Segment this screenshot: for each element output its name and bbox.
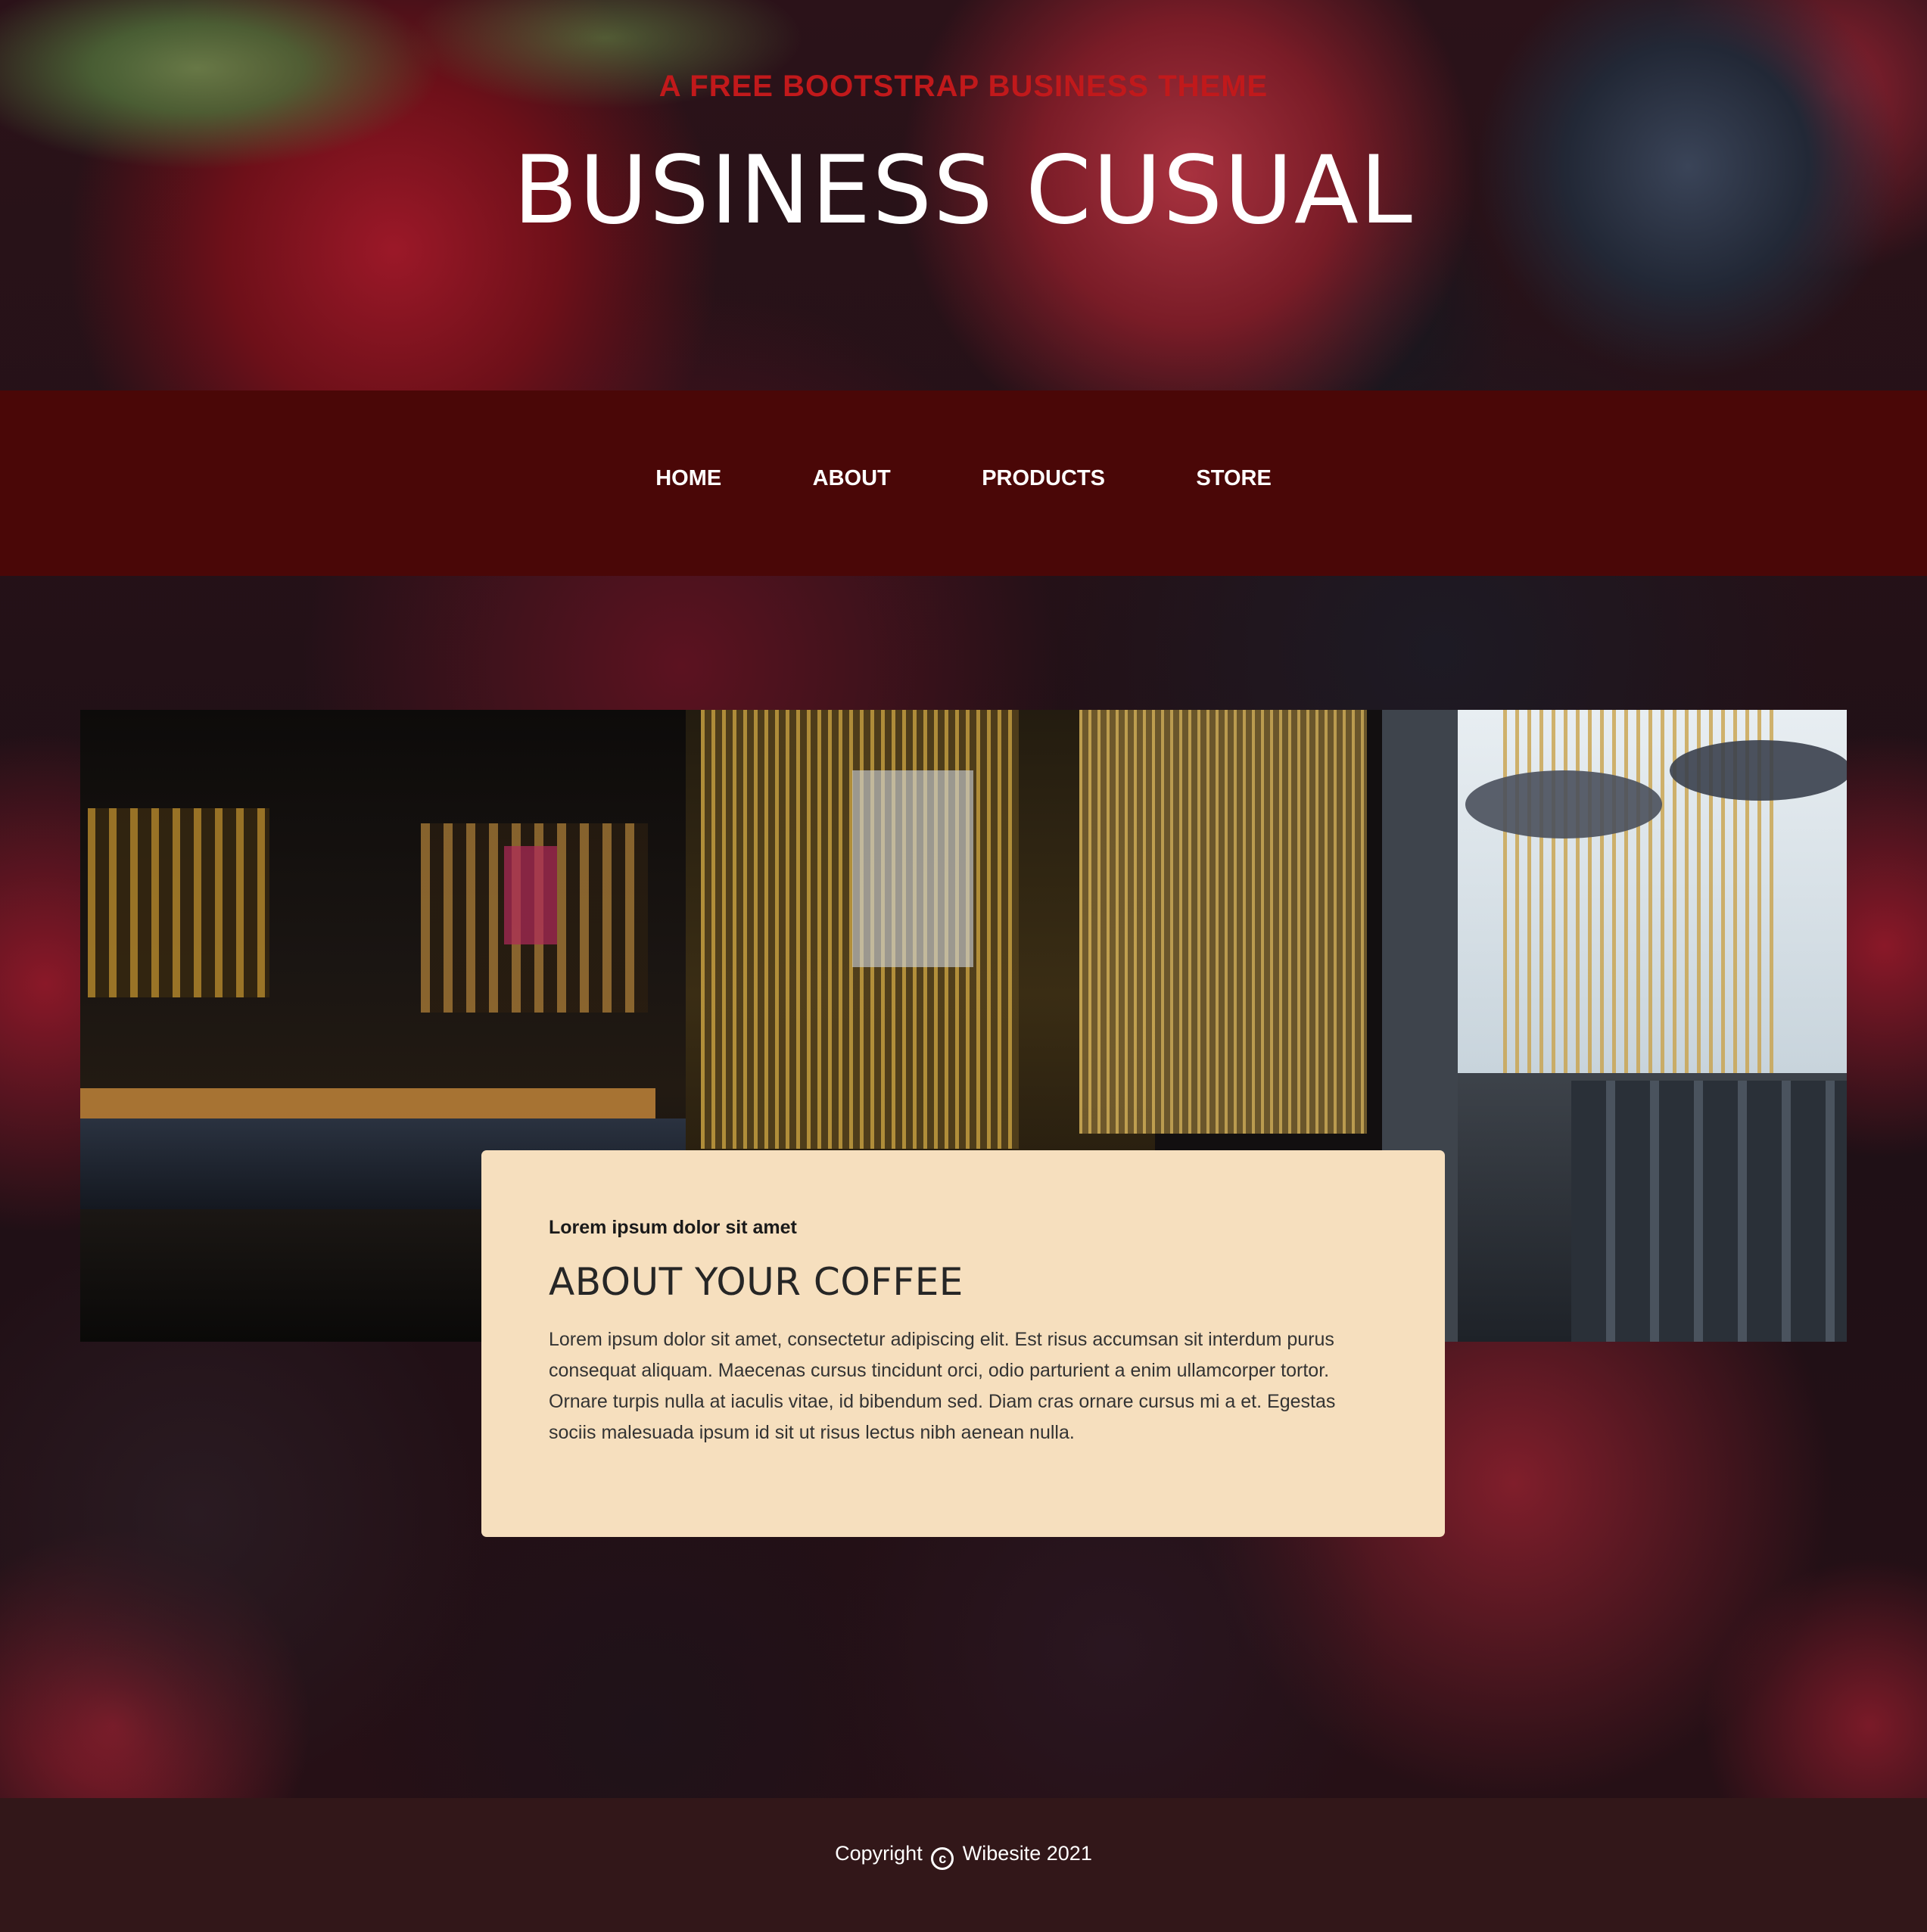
nav-item-home[interactable]: HOME <box>655 466 721 491</box>
nav-item-store[interactable]: STORE <box>1196 466 1271 491</box>
site-brand-title: BUSINESS CUSUAL <box>513 136 1414 245</box>
about-heading: ABOUT YOUR COFFEE <box>549 1260 963 1304</box>
copyright-suffix: Wibesite 2021 <box>962 1842 1092 1865</box>
nav-item-about[interactable]: ABOUT <box>813 466 891 491</box>
about-body: Lorem ipsum dolor sit amet, consectetur … <box>549 1329 1336 1443</box>
copyright-prefix: Copyright <box>835 1842 923 1865</box>
about-card: Lorem ipsum dolor sit amet ABOUT YOUR CO… <box>481 1150 1445 1537</box>
site-tagline: A FREE BOOTSTRAP BUSINESS THEME <box>658 70 1269 103</box>
copyright-text: Copyright c Wibesite 2021 <box>0 1842 1927 1870</box>
about-eyebrow: Lorem ipsum dolor sit amet <box>549 1217 797 1238</box>
main-navbar: HOME ABOUT PRODUCTS STORE <box>0 390 1927 576</box>
nav-item-products[interactable]: PRODUCTS <box>982 466 1105 491</box>
site-footer: Copyright c Wibesite 2021 <box>0 1798 1927 1932</box>
nav-links: HOME ABOUT PRODUCTS STORE <box>0 466 1927 491</box>
copyright-icon: c <box>931 1847 954 1870</box>
site-header: A FREE BOOTSTRAP BUSINESS THEME BUSINESS… <box>0 0 1927 390</box>
